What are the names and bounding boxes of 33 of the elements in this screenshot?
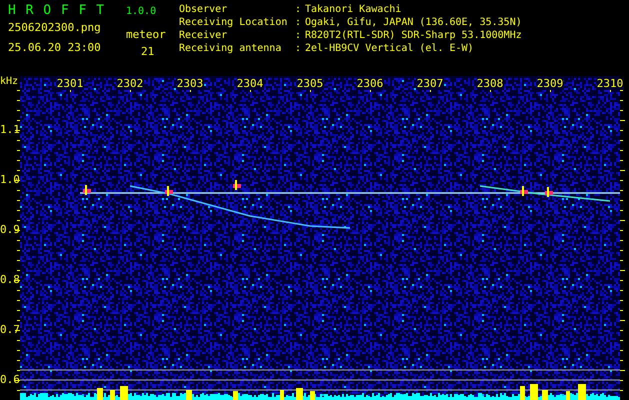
x-axis-label: 2306 — [356, 78, 384, 90]
x-axis-label: 2310 — [596, 78, 624, 90]
x-axis-label: 2308 — [476, 78, 504, 90]
info-label: Receiving antenna — [179, 42, 282, 55]
y-axis-label: 0.9 — [0, 224, 20, 236]
info-value: R820T2(RTL-SDR) SDR-Sharp 53.1000MHz — [305, 29, 522, 42]
x-axis-label: 2302 — [116, 78, 144, 90]
y-axis-label: 0.6 — [0, 374, 20, 386]
y-axis-label: 0.8 — [0, 274, 20, 286]
y-axis-label: 0.7 — [0, 324, 20, 336]
x-axis-label: 2309 — [536, 78, 564, 90]
info-label: Receiving Location — [179, 16, 288, 29]
x-axis-label: 2307 — [416, 78, 444, 90]
info-separator: : — [295, 29, 302, 42]
x-axis-label: 2301 — [56, 78, 84, 90]
version-label: 1.0.0 — [126, 5, 158, 19]
info-value: Takanori Kawachi — [305, 3, 402, 16]
info-label: Receiver — [179, 29, 228, 42]
unit-label: kHz — [0, 76, 18, 87]
y-axis-label: 1.0 — [0, 174, 20, 186]
filename-label: 2506202300.png — [8, 20, 102, 35]
datetime-label: 25.06.20 23:00 — [8, 40, 102, 51]
app-title: H R O F F T — [8, 3, 106, 19]
info-separator: : — [295, 42, 302, 55]
x-axis-label: 2303 — [176, 78, 204, 90]
x-axis-label: 2305 — [296, 78, 324, 90]
info-value: Ogaki, Gifu, JAPAN (136.60E, 35.35N) — [305, 16, 522, 29]
info-value: 2el-HB9CV Vertical (el. E-W) — [305, 42, 475, 55]
x-axis-label: 2304 — [236, 78, 264, 90]
info-label: Observer — [179, 3, 228, 16]
info-separator: : — [295, 3, 302, 16]
y-axis-label: 1.1 — [0, 124, 20, 136]
info-separator: : — [295, 16, 302, 29]
